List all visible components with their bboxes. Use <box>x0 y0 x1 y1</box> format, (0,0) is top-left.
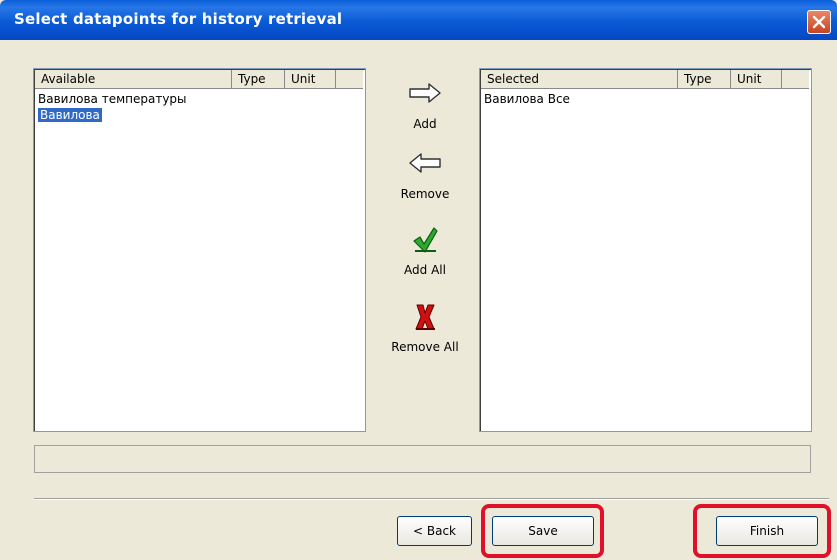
column-header-unit[interactable]: Unit <box>731 70 782 89</box>
title-bar: Select datapoints for history retrieval <box>0 0 837 40</box>
dialog-window: Select datapoints for history retrieval … <box>0 0 837 560</box>
available-list-header: Available Type Unit <box>35 70 363 90</box>
list-item[interactable]: Вавилова температуры <box>36 91 187 107</box>
add-label: Add <box>413 117 437 131</box>
list-item-selected[interactable]: Вавилова <box>36 107 187 123</box>
window-title: Select datapoints for history retrieval <box>14 10 343 28</box>
column-header-spacer <box>782 70 809 89</box>
back-button[interactable]: < Back <box>397 516 472 546</box>
add-all-button[interactable]: Add All <box>390 226 460 277</box>
selected-list-header: Selected Type Unit <box>481 70 809 90</box>
list-item[interactable]: Вавилова Все <box>482 91 570 107</box>
available-rows: Вавилова температуры Вавилова <box>36 91 187 123</box>
available-list[interactable]: Available Type Unit Вавилова температуры… <box>33 68 366 432</box>
column-header-type[interactable]: Type <box>678 70 731 89</box>
remove-all-label: Remove All <box>391 340 459 354</box>
column-header-selected[interactable]: Selected <box>481 70 678 89</box>
arrow-right-icon <box>409 83 441 103</box>
list-item-label: Вавилова Все <box>484 92 570 106</box>
column-header-spacer <box>336 70 363 89</box>
status-bar <box>34 445 811 473</box>
separator <box>34 498 829 500</box>
column-header-available[interactable]: Available <box>35 70 232 89</box>
column-header-unit[interactable]: Unit <box>285 70 336 89</box>
list-item-label: Вавилова <box>37 107 103 123</box>
arrow-left-icon <box>409 153 441 173</box>
close-button[interactable] <box>807 10 831 34</box>
save-highlight <box>481 504 604 558</box>
remove-button[interactable]: Remove <box>395 152 455 201</box>
add-all-label: Add All <box>404 263 446 277</box>
back-label: < Back <box>412 524 456 538</box>
finish-highlight <box>693 504 831 558</box>
remove-label: Remove <box>400 187 450 201</box>
red-x-icon <box>415 304 435 330</box>
list-item-label: Вавилова температуры <box>38 92 187 106</box>
column-header-type[interactable]: Type <box>232 70 285 89</box>
green-check-icon <box>413 227 438 253</box>
add-button[interactable]: Add <box>395 82 455 131</box>
selected-rows: Вавилова Все <box>482 91 570 107</box>
close-icon <box>812 15 826 29</box>
selected-list[interactable]: Selected Type Unit Вавилова Все <box>479 68 812 432</box>
remove-all-button[interactable]: Remove All <box>385 303 465 354</box>
